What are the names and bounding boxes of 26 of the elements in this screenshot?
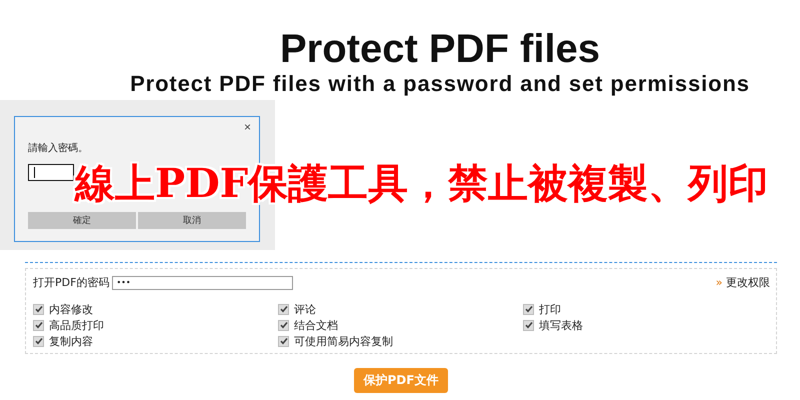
page-title: Protect PDF files [280, 27, 600, 71]
checkbox[interactable] [523, 320, 534, 330]
checkbox[interactable] [278, 336, 289, 346]
permission-label: 复制内容 [49, 334, 93, 348]
password-field[interactable]: ••• [112, 276, 294, 290]
page-subtitle: Protect PDF files with a password and set permissions [130, 71, 750, 97]
dialog-button[interactable]: 取消 [138, 212, 246, 229]
permission-label: 评论 [294, 302, 316, 316]
checkbox[interactable] [33, 304, 44, 314]
dialog-prompt: 請輸入密碼。 [28, 142, 88, 155]
permission-label: 可使用简易内容复制 [294, 334, 393, 348]
permission-label: 高品质打印 [49, 318, 104, 332]
password-label: 打开PDF的密码 [33, 275, 110, 290]
checkbox[interactable] [33, 336, 44, 346]
permission-label: 结合文档 [294, 318, 338, 332]
checkbox[interactable] [523, 304, 534, 314]
dialog-button[interactable]: 確定 [28, 212, 136, 229]
password-input[interactable] [28, 164, 74, 181]
checkbox[interactable] [33, 320, 44, 330]
permission-label: 填写表格 [539, 318, 583, 332]
close-button[interactable]: × [244, 120, 251, 134]
permission-label: 内容修改 [49, 302, 93, 316]
change-permissions-link[interactable]: » 更改权限 [716, 275, 770, 290]
checkbox[interactable] [278, 304, 289, 314]
checkbox[interactable] [278, 320, 289, 330]
permission-label: 打印 [539, 302, 561, 316]
